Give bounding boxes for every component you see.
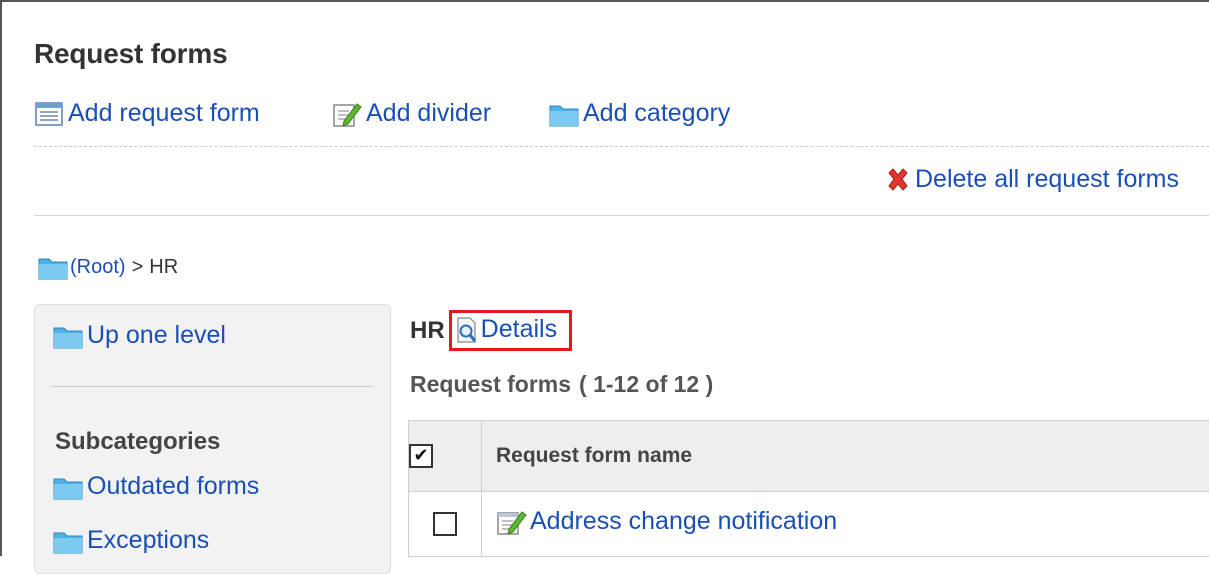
breadcrumb-current: HR	[149, 256, 178, 279]
delete-all-request-forms-link[interactable]: Delete all request forms	[885, 165, 1179, 194]
folder-icon	[549, 100, 579, 128]
toolbar-divider	[34, 146, 1209, 147]
category-name: HR	[410, 317, 445, 345]
request-forms-count: Request forms ( 1-12 of 12 )	[410, 371, 713, 398]
section-divider	[34, 215, 1209, 216]
red-x-icon	[885, 167, 911, 193]
subcategory-outdated-forms-link[interactable]: Outdated forms	[53, 472, 259, 501]
add-category-link[interactable]: Add category	[549, 99, 730, 128]
category-header: HR Details	[410, 310, 572, 351]
folder-icon	[53, 473, 87, 501]
count-range: ( 1-12 of 12 )	[579, 371, 713, 397]
breadcrumb-separator: >	[132, 256, 144, 279]
breadcrumb-root-link[interactable]: (Root)	[70, 256, 126, 279]
edit-pencil-icon	[496, 508, 528, 536]
row-checkbox[interactable]	[433, 512, 457, 536]
select-all-checkbox[interactable]: ✔	[409, 444, 433, 468]
count-prefix: Request forms	[410, 371, 571, 397]
breadcrumb: (Root) > HR	[38, 253, 178, 281]
form-list-icon	[34, 100, 64, 128]
request-forms-table: ✔ Request form name Address change notif…	[408, 420, 1209, 557]
up-one-level-label: Up one level	[87, 321, 226, 350]
folder-icon	[38, 253, 70, 281]
add-request-form-label: Add request form	[68, 99, 260, 128]
request-form-name: Address change notification	[530, 507, 837, 536]
details-label: Details	[481, 315, 557, 344]
add-request-form-link[interactable]: Add request form	[34, 99, 260, 128]
folder-icon	[53, 527, 87, 555]
request-form-link[interactable]: Address change notification	[496, 507, 837, 536]
row-checkbox-cell	[409, 492, 482, 557]
sidebar-divider	[51, 386, 373, 387]
delete-all-label: Delete all request forms	[915, 165, 1179, 194]
row-name-cell: Address change notification	[482, 492, 1209, 557]
select-all-cell: ✔	[409, 421, 482, 492]
table-header-row: ✔ Request form name	[409, 421, 1209, 492]
add-divider-link[interactable]: Add divider	[332, 99, 491, 128]
page-title: Request forms	[34, 38, 227, 70]
add-category-label: Add category	[583, 99, 730, 128]
document-magnifier-icon	[455, 316, 479, 344]
subcategories-heading: Subcategories	[55, 428, 220, 456]
subcategory-exceptions-link[interactable]: Exceptions	[53, 526, 209, 555]
column-header-name: Request form name	[482, 421, 1209, 492]
subcategory-label: Exceptions	[87, 526, 209, 555]
category-sidebar: Up one level Subcategories Outdated form…	[34, 304, 391, 574]
table-row: Address change notification	[409, 492, 1209, 557]
subcategory-label: Outdated forms	[87, 472, 259, 501]
category-details-link[interactable]: Details	[449, 310, 572, 351]
folder-icon	[53, 322, 87, 350]
add-divider-label: Add divider	[366, 99, 491, 128]
up-one-level-link[interactable]: Up one level	[53, 321, 226, 350]
edit-pencil-icon	[332, 100, 362, 128]
